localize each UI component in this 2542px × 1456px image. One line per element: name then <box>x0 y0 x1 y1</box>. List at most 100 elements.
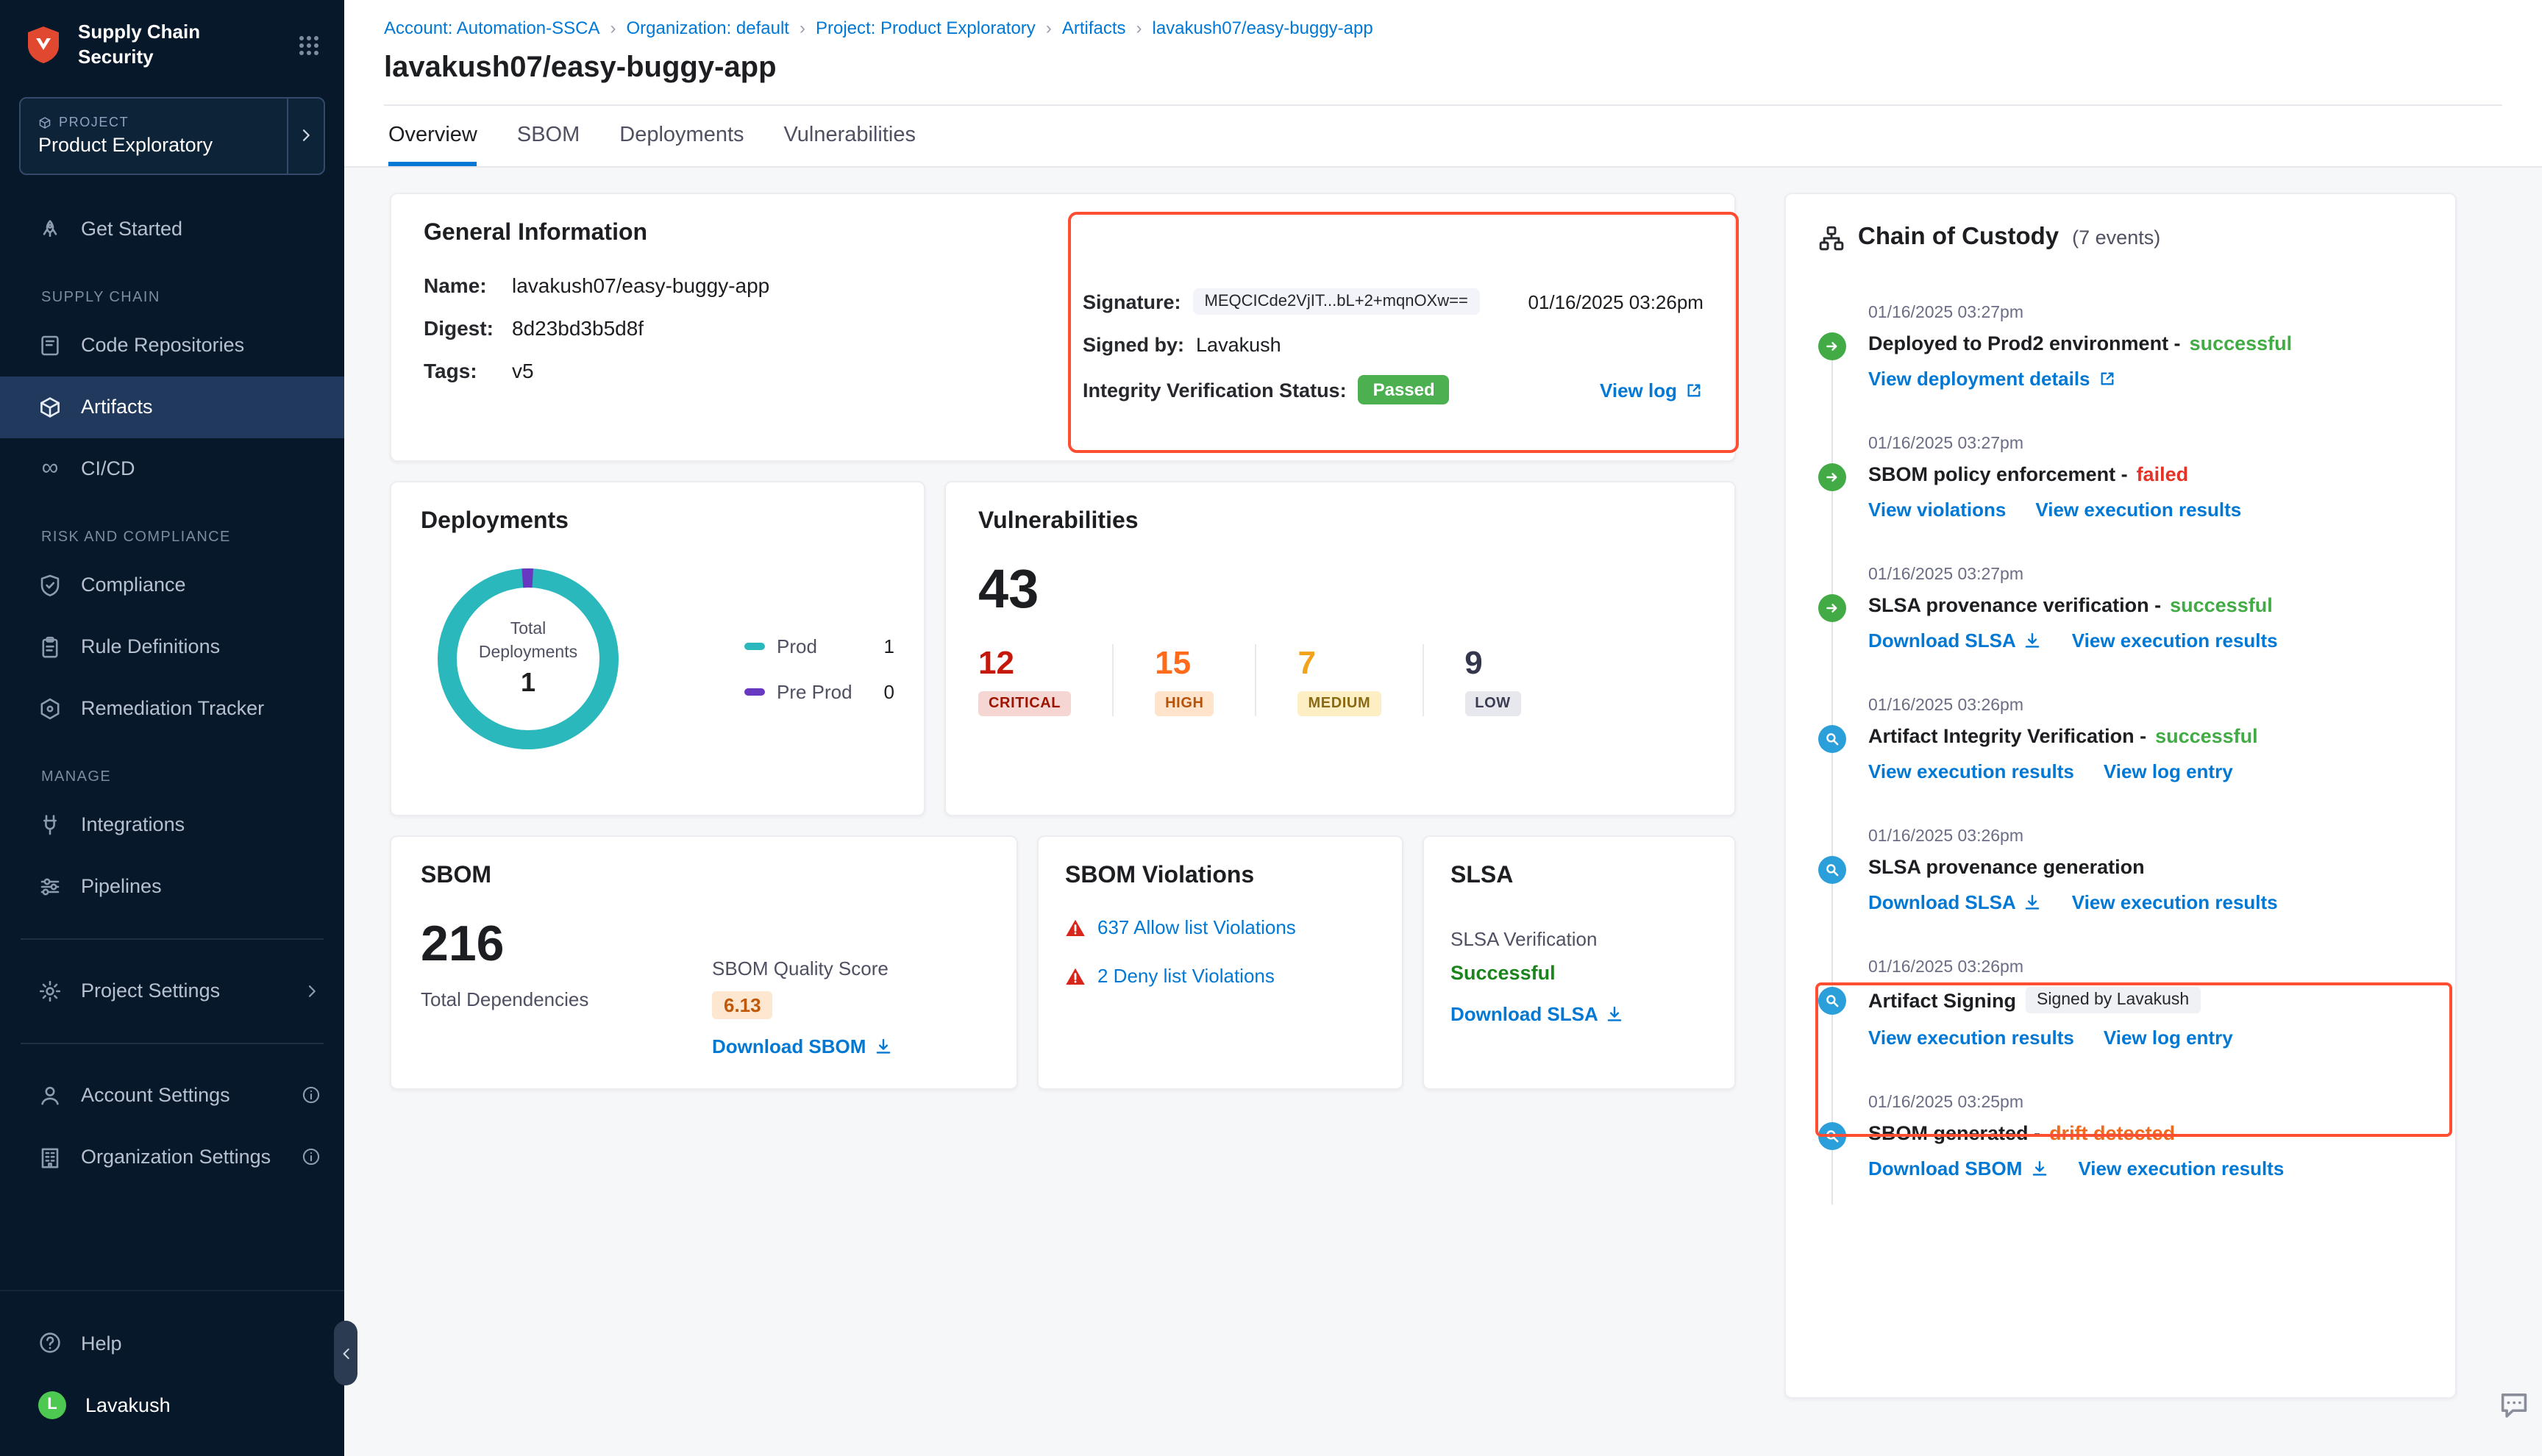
chain-events-count: (7 events) <box>2072 226 2160 249</box>
download-icon <box>2023 893 2043 912</box>
pipeline-event-icon <box>1818 594 1846 622</box>
sidebar-section-supply-chain: SUPPLY CHAIN <box>41 290 344 306</box>
brand-title: Supply Chain Security <box>78 21 200 71</box>
view-deployment-details-link[interactable]: View deployment details <box>1868 368 2117 390</box>
sidebar-divider <box>21 1043 324 1044</box>
sidebar-item-artifacts[interactable]: Artifacts <box>0 377 344 438</box>
sidebar-item-rule-definitions[interactable]: Rule Definitions <box>0 616 344 678</box>
view-log-entry-link[interactable]: View log entry <box>2104 1027 2233 1049</box>
sbom-card: SBOM 216 Total Dependencies SBOM Quality… <box>390 835 1018 1090</box>
sidebar-item-user[interactable]: L Lavakush <box>0 1374 344 1435</box>
supply-chain-security-logo <box>24 26 63 65</box>
sidebar-item-label: Code Repositories <box>81 335 244 357</box>
high-count: 15 <box>1155 644 1214 682</box>
pipeline-event-icon <box>1818 463 1846 491</box>
card-title: SLSA <box>1450 863 1708 890</box>
sidebar-item-organization-settings[interactable]: Organization Settings <box>0 1127 344 1188</box>
legend-item-pre-prod: Pre Prod 0 <box>744 681 894 703</box>
low-label: LOW <box>1464 691 1520 716</box>
download-slsa-link[interactable]: Download SLSA <box>1868 629 2043 652</box>
severity-critical: 12 CRITICAL <box>978 644 1112 716</box>
breadcrumb-account[interactable]: Account: Automation-SSCA <box>384 18 600 38</box>
tab-vulnerabilities[interactable]: Vulnerabilities <box>784 124 916 166</box>
download-slsa-link[interactable]: Download SLSA <box>1450 1003 1625 1025</box>
user-icon <box>38 1084 62 1107</box>
sidebar-item-compliance[interactable]: Compliance <box>0 554 344 616</box>
tab-overview[interactable]: Overview <box>388 124 477 166</box>
sidebar-collapse-handle[interactable] <box>334 1321 357 1385</box>
breadcrumb-project[interactable]: Project: Product Exploratory <box>816 18 1036 38</box>
view-execution-results-link[interactable]: View execution results <box>2078 1157 2284 1180</box>
view-execution-results-link[interactable]: View execution results <box>1868 760 2074 782</box>
chain-event-deployed: 01/16/2025 03:27pm Deployed to Prod2 env… <box>1868 304 2423 390</box>
sidebar-item-help[interactable]: Help <box>0 1312 344 1374</box>
view-execution-results-link[interactable]: View execution results <box>2072 891 2278 913</box>
general-information-card: General Information Name:lavakush07/easy… <box>390 193 1736 462</box>
deployments-donut-chart: Total Deployments 1 <box>431 562 625 756</box>
slsa-verification-label: SLSA Verification <box>1450 928 1708 950</box>
overview-content: General Information Name:lavakush07/easy… <box>344 168 2542 1456</box>
medium-count: 7 <box>1298 644 1381 682</box>
support-chat-icon[interactable] <box>2498 1388 2530 1421</box>
breadcrumb-artifact-name[interactable]: lavakush07/easy-buggy-app <box>1153 18 1373 38</box>
breadcrumb-organization[interactable]: Organization: default <box>627 18 790 38</box>
view-execution-results-link[interactable]: View execution results <box>2072 629 2278 652</box>
sidebar-item-project-settings[interactable]: Project Settings <box>0 960 344 1022</box>
warning-icon <box>1065 917 1086 938</box>
sidebar-section-manage: MANAGE <box>41 769 344 785</box>
view-execution-results-link[interactable]: View execution results <box>2035 499 2241 521</box>
download-sbom-link[interactable]: Download SBOM <box>1868 1157 2048 1180</box>
project-selector-name: Product Exploratory <box>38 135 287 157</box>
view-execution-results-link[interactable]: View execution results <box>1868 1027 2074 1049</box>
sidebar-item-label: Remediation Tracker <box>81 698 264 720</box>
critical-label: CRITICAL <box>978 691 1071 716</box>
sidebar-item-remediation-tracker[interactable]: Remediation Tracker <box>0 678 344 740</box>
view-log-link[interactable]: View log <box>1600 379 1703 401</box>
sbom-quality-score-value: 6.13 <box>712 991 773 1019</box>
download-slsa-link[interactable]: Download SLSA <box>1868 891 2043 913</box>
download-icon <box>1606 1004 1625 1024</box>
sidebar-item-pipelines[interactable]: Pipelines <box>0 856 344 918</box>
legend-label: Prod <box>777 635 817 657</box>
sbom-event-icon <box>1818 1122 1846 1150</box>
breadcrumb-artifacts[interactable]: Artifacts <box>1062 18 1126 38</box>
sidebar-item-integrations[interactable]: Integrations <box>0 794 344 856</box>
project-selector[interactable]: PROJECT Product Exploratory <box>19 97 325 175</box>
view-log-entry-link[interactable]: View log entry <box>2104 760 2233 782</box>
signature-label: Signature: <box>1083 290 1181 313</box>
tab-sbom[interactable]: SBOM <box>517 124 580 166</box>
tab-deployments[interactable]: Deployments <box>619 124 744 166</box>
chain-event-slsa-generation: 01/16/2025 03:26pm SLSA provenance gener… <box>1868 828 2423 913</box>
deny-list-violations-link[interactable]: 2 Deny list Violations <box>1097 965 1275 987</box>
hexagon-icon <box>38 697 62 721</box>
event-title: SBOM generated - <box>1868 1122 2040 1144</box>
chevron-right-icon <box>303 982 321 1000</box>
sidebar-item-label: Pipelines <box>81 876 162 898</box>
info-icon[interactable] <box>302 1086 321 1105</box>
hierarchy-icon <box>1818 224 1845 251</box>
module-grid-icon[interactable] <box>297 34 321 57</box>
card-title: General Information <box>424 221 1702 247</box>
download-sbom-link[interactable]: Download SBOM <box>712 1035 892 1057</box>
brand: Supply Chain Security <box>0 0 344 85</box>
sidebar-item-account-settings[interactable]: Account Settings <box>0 1065 344 1127</box>
chevron-left-icon <box>338 1345 354 1361</box>
event-status: drift detected <box>2049 1122 2175 1144</box>
download-icon <box>2029 1159 2048 1178</box>
name-value: lavakush07/easy-buggy-app <box>512 274 769 297</box>
allow-list-violations-link[interactable]: 637 Allow list Violations <box>1097 916 1296 938</box>
sidebar-item-label: Artifacts <box>81 396 153 418</box>
view-violations-link[interactable]: View violations <box>1868 499 2006 521</box>
rocket-icon <box>38 218 62 241</box>
sidebar-item-code-repositories[interactable]: Code Repositories <box>0 315 344 377</box>
project-selector-expand[interactable] <box>287 99 324 174</box>
medium-label: MEDIUM <box>1298 691 1381 716</box>
sidebar-item-cicd[interactable]: ∞ CI/CD <box>0 438 344 500</box>
digest-value: 8d23bd3b5d8f <box>512 316 644 340</box>
info-icon[interactable] <box>302 1148 321 1167</box>
sbom-violations-card: SBOM Violations 637 Allow list Violation… <box>1037 835 1403 1090</box>
event-title: Deployed to Prod2 environment - <box>1868 332 2181 354</box>
clipboard-icon <box>38 635 62 659</box>
sidebar-item-get-started[interactable]: Get Started <box>0 199 344 260</box>
app-window: Supply Chain Security PROJECT Product Ex… <box>0 0 2542 1456</box>
